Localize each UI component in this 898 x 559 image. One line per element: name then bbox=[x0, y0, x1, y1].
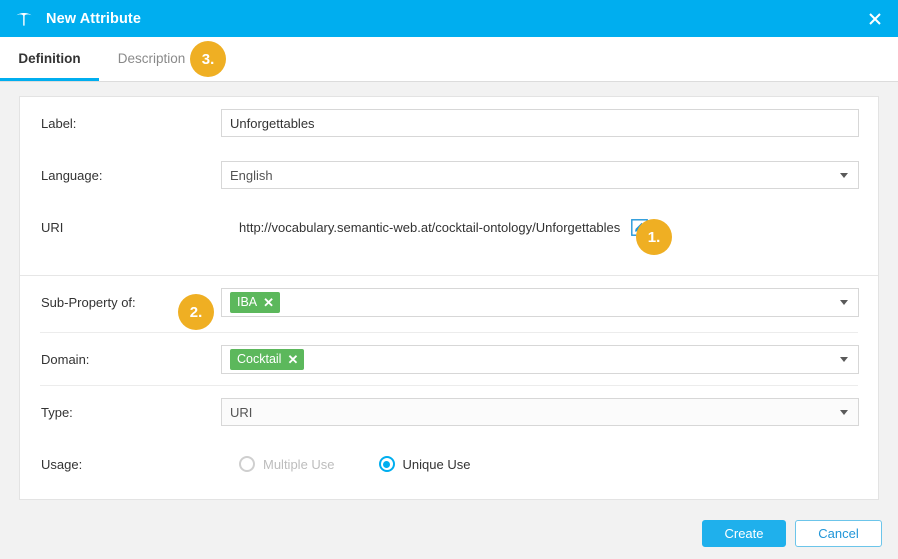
dialog-title: New Attribute bbox=[46, 10, 142, 27]
poolparty-logo-icon bbox=[14, 9, 34, 29]
usage-field-caption: Usage: bbox=[41, 456, 83, 472]
type-select-value: URI bbox=[230, 404, 253, 420]
dialog-titlebar: New Attribute bbox=[0, 0, 898, 37]
form-row-label: Label: bbox=[20, 97, 878, 149]
chevron-down-icon bbox=[840, 409, 848, 415]
type-select[interactable]: URI bbox=[221, 398, 859, 426]
language-select[interactable]: English bbox=[221, 161, 859, 189]
tab-description[interactable]: Description bbox=[99, 37, 204, 81]
close-icon[interactable] bbox=[862, 6, 888, 32]
chevron-down-icon bbox=[840, 356, 848, 362]
sub-property-field-caption: Sub-Property of: bbox=[41, 294, 136, 310]
type-field-caption: Type: bbox=[41, 404, 73, 420]
tag-cocktail-remove-icon[interactable]: ✕ bbox=[287, 353, 298, 366]
form-row-domain: Domain: Cocktail ✕ bbox=[20, 333, 878, 385]
form-row-usage: Usage: Multiple Use Unique Use bbox=[20, 438, 878, 490]
chevron-down-icon bbox=[840, 172, 848, 178]
sub-property-tag-select[interactable]: IBA ✕ bbox=[221, 287, 859, 317]
callout-badge-2: 2. bbox=[178, 294, 214, 330]
language-select-value: English bbox=[230, 167, 273, 183]
callout-badge-3: 3. bbox=[190, 41, 226, 77]
radio-unique-use-label: Unique Use bbox=[402, 456, 471, 472]
uri-field-caption: URI bbox=[41, 219, 64, 235]
tag-iba-remove-icon[interactable]: ✕ bbox=[263, 296, 274, 309]
uri-value: http://vocabulary.semantic-web.at/cockta… bbox=[239, 219, 621, 235]
chevron-down-icon bbox=[840, 299, 848, 305]
label-input[interactable] bbox=[221, 109, 859, 137]
form-row-type: Type: URI bbox=[20, 386, 878, 438]
definition-form-card: Label: Language: English URI http://voca… bbox=[19, 96, 879, 500]
usage-radio-group: Multiple Use Unique Use bbox=[239, 456, 514, 472]
radio-unique-use[interactable]: Unique Use bbox=[378, 456, 471, 472]
radio-multiple-use-label: Multiple Use bbox=[263, 456, 335, 472]
create-button[interactable]: Create bbox=[702, 520, 786, 547]
cancel-button[interactable]: Cancel bbox=[795, 520, 882, 547]
radio-multiple-use[interactable]: Multiple Use bbox=[239, 456, 335, 472]
callout-badge-1: 1. bbox=[636, 219, 672, 255]
tab-definition[interactable]: Definition bbox=[0, 37, 99, 81]
domain-tag-select[interactable]: Cocktail ✕ bbox=[221, 344, 859, 374]
tag-iba-label: IBA bbox=[237, 295, 258, 309]
radio-selected-dot bbox=[383, 460, 391, 468]
tag-iba[interactable]: IBA ✕ bbox=[230, 291, 281, 313]
radio-multiple-use-indicator bbox=[239, 456, 255, 472]
form-row-sub-property: Sub-Property of: IBA ✕ bbox=[20, 276, 878, 328]
language-field-caption: Language: bbox=[41, 167, 103, 183]
new-attribute-dialog: New Attribute Definition Description Lab… bbox=[0, 0, 898, 559]
form-row-language: Language: English bbox=[20, 149, 878, 201]
label-field-caption: Label: bbox=[41, 115, 77, 131]
form-row-uri: URI http://vocabulary.semantic-web.at/co… bbox=[20, 201, 878, 253]
radio-unique-use-indicator bbox=[378, 456, 395, 472]
dialog-tabbar: Definition Description bbox=[0, 37, 898, 82]
tag-cocktail[interactable]: Cocktail ✕ bbox=[230, 348, 305, 370]
tag-cocktail-label: Cocktail bbox=[237, 352, 282, 366]
domain-field-caption: Domain: bbox=[41, 351, 90, 367]
dialog-footer: Create Cancel bbox=[0, 512, 898, 559]
